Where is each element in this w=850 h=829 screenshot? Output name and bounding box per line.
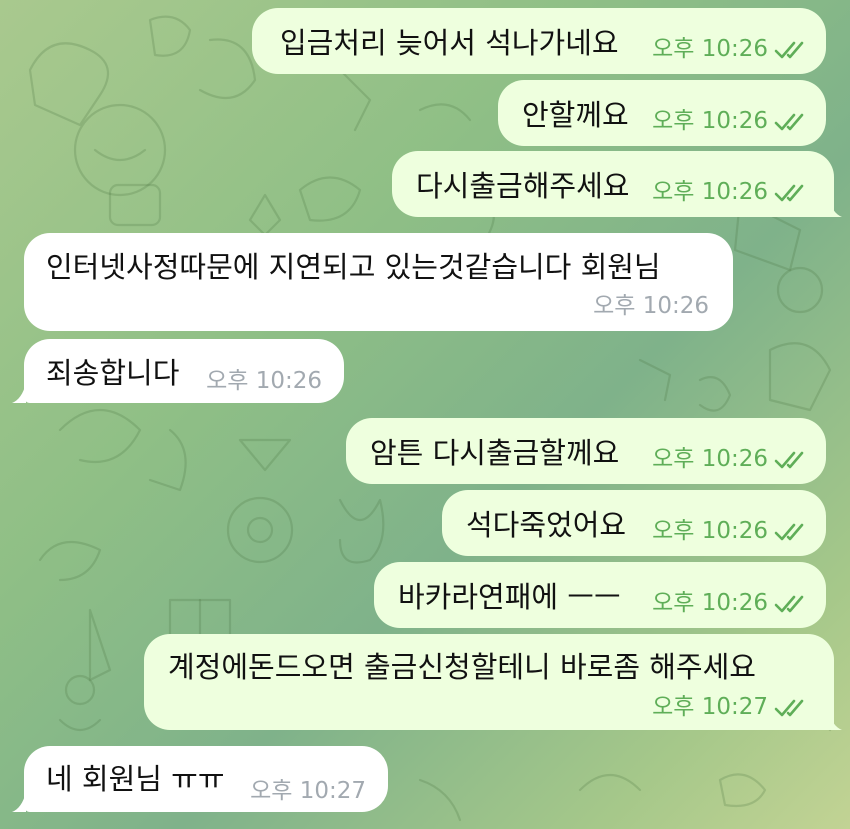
outgoing-message-bubble[interactable]: 석다죽었어요 오후 10:26 [442,490,826,556]
message-meta: 오후 10:26 [652,448,808,471]
message-meta: 오후 10:26 [206,370,322,393]
double-check-icon [774,595,804,612]
message-text: 다시출금해주세요 [416,169,630,203]
double-check-icon [774,699,804,716]
message-text: 입금처리 늦어서 석나가네요 [280,26,619,60]
outgoing-message-bubble[interactable]: 암튼 다시출금할께요 오후 10:26 [346,418,826,484]
message-meta: 오후 10:26 [593,295,709,318]
incoming-message-bubble[interactable]: 네 회원님 ㅠㅠ 오후 10:27 [24,746,388,812]
message-time: 오후 10:26 [652,179,768,205]
message-meta: 오후 10:26 [652,110,808,133]
message-text: 안할께요 [522,98,629,132]
double-check-icon [774,41,804,58]
outgoing-message-bubble[interactable]: 바카라연패에 ㅡㅡ 오후 10:26 [374,562,826,628]
message-time: 오후 10:27 [250,778,366,804]
incoming-message-bubble[interactable]: 인터넷사정따문에 지연되고 있는것같습니다 회원님 오후 10:26 [24,233,733,331]
message-meta: 오후 10:26 [652,592,808,615]
bubble-tail [12,383,26,403]
message-text: 암튼 다시출금할께요 [370,436,620,470]
message-text: 석다죽었어요 [466,508,627,542]
message-meta: 오후 10:27 [652,696,808,719]
message-time: 오후 10:27 [652,694,768,720]
double-check-icon [774,523,804,540]
message-time: 오후 10:26 [652,518,768,544]
double-check-icon [774,451,804,468]
double-check-icon [774,113,804,130]
message-meta: 오후 10:26 [652,38,808,61]
message-time: 오후 10:26 [652,108,768,134]
message-time: 오후 10:26 [652,446,768,472]
double-check-icon [774,184,804,201]
outgoing-message-bubble[interactable]: 계정에돈드오면 출금신청할테니 바로좀 해주세요 오후 10:27 [144,634,834,730]
message-meta: 오후 10:26 [652,520,808,543]
message-time: 오후 10:26 [652,36,768,62]
message-time: 오후 10:26 [593,293,709,319]
bubble-tail [828,710,842,730]
outgoing-message-bubble[interactable]: 다시출금해주세요 오후 10:26 [392,151,834,217]
message-text: 바카라연패에 ㅡㅡ [398,580,621,614]
message-text: 인터넷사정따문에 지연되고 있는것같습니다 회원님 [46,250,661,284]
message-text: 죄송합니다 [46,356,180,390]
message-time: 오후 10:26 [652,590,768,616]
incoming-message-bubble[interactable]: 죄송합니다 오후 10:26 [24,339,344,403]
message-meta: 오후 10:27 [250,780,366,803]
bubble-tail [12,792,26,812]
message-text: 네 회원님 ㅠㅠ [46,762,225,796]
bubble-tail [828,197,842,217]
message-text: 계정에돈드오면 출금신청할테니 바로좀 해주세요 [168,650,756,684]
message-meta: 오후 10:26 [652,181,808,204]
message-time: 오후 10:26 [206,368,322,394]
outgoing-message-bubble[interactable]: 안할께요 오후 10:26 [498,80,826,146]
outgoing-message-bubble[interactable]: 입금처리 늦어서 석나가네요 오후 10:26 [252,8,826,74]
